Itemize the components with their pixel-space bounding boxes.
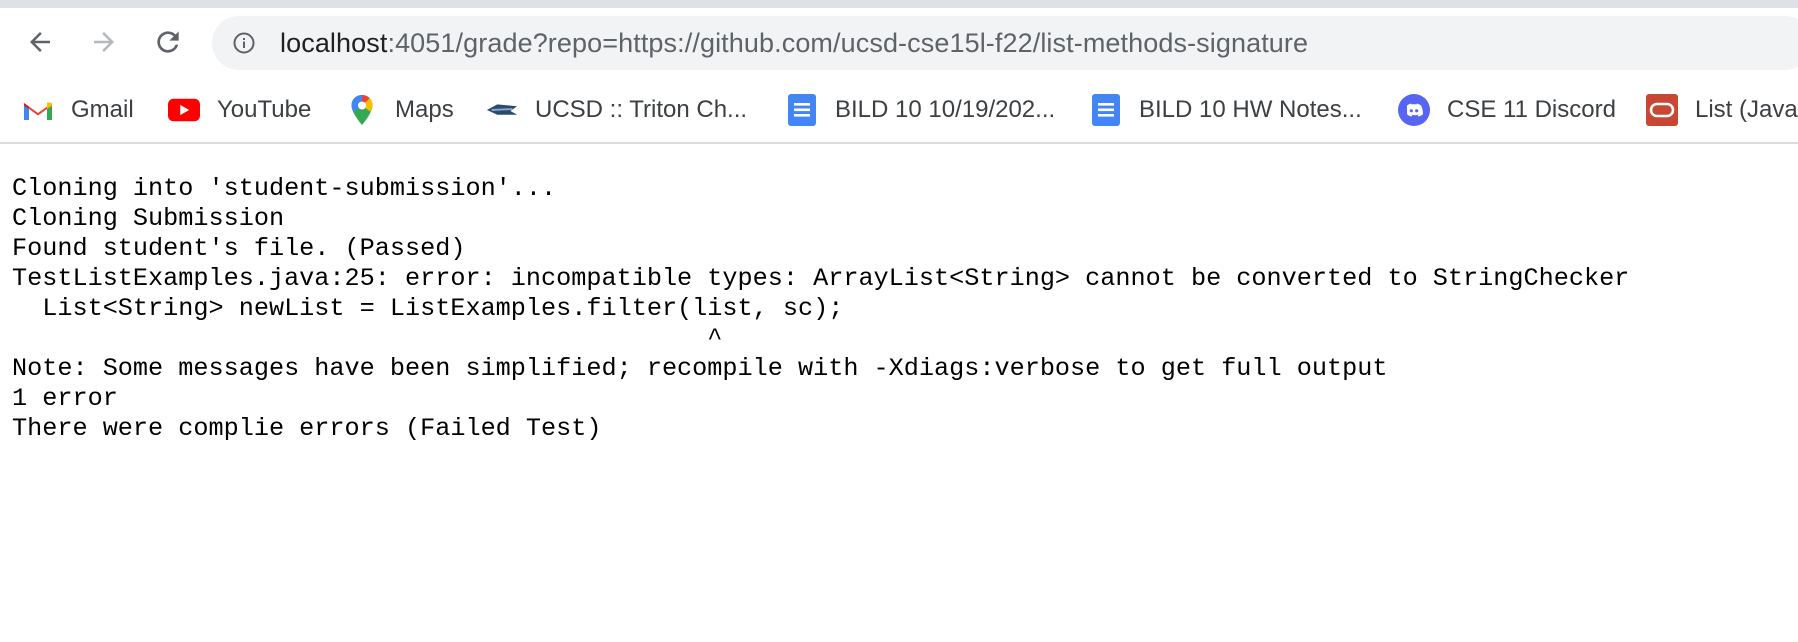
bookmark-youtube[interactable]: YouTube <box>168 92 311 128</box>
youtube-icon <box>168 94 200 126</box>
bookmark-bild10-notes[interactable]: BILD 10 10/19/202... <box>786 92 1055 128</box>
bookmark-ucsd-triton[interactable]: UCSD :: Triton Ch... <box>486 92 747 128</box>
url-host: localhost <box>280 28 388 58</box>
bookmark-label: UCSD :: Triton Ch... <box>535 96 748 123</box>
output-line: Note: Some messages have been simplified… <box>12 354 1388 383</box>
browser-toolbar: localhost:4051/grade?repo=https://github… <box>0 8 1798 78</box>
back-button[interactable] <box>20 22 60 62</box>
arrow-left-icon <box>30 32 50 52</box>
bookmark-label: Gmail <box>71 96 134 123</box>
bookmark-label: Maps <box>395 96 454 123</box>
grader-output: Cloning into 'student-submission'... Clo… <box>12 174 1629 444</box>
forward-button[interactable] <box>84 22 124 62</box>
bookmark-list-java[interactable]: List (Java <box>1646 92 1798 128</box>
address-bar[interactable]: localhost:4051/grade?repo=https://github… <box>212 16 1798 70</box>
bookmark-maps[interactable]: Maps <box>346 92 454 128</box>
bookmark-label: BILD 10 HW Notes... <box>1139 96 1362 123</box>
browser-top-strip <box>0 0 1798 8</box>
triton-icon <box>486 94 518 126</box>
bookmark-label: BILD 10 10/19/202... <box>835 96 1056 123</box>
url-text[interactable]: localhost:4051/grade?repo=https://github… <box>280 16 1308 70</box>
url-path: :4051/grade?repo=https://github.com/ucsd… <box>387 28 1309 58</box>
bookmark-cse11-discord[interactable]: CSE 11 Discord <box>1398 92 1616 128</box>
reload-button[interactable] <box>148 22 188 62</box>
output-line: Cloning into 'student-submission'... <box>12 174 557 203</box>
bookmark-label: YouTube <box>217 96 312 123</box>
google-docs-icon <box>1090 94 1122 126</box>
bookmark-label: List (Java <box>1695 96 1798 123</box>
google-docs-icon <box>786 94 818 126</box>
discord-icon <box>1398 94 1430 126</box>
output-line: Found student's file. (Passed) <box>12 234 466 263</box>
output-line: There were complie errors (Failed Test) <box>12 414 602 443</box>
bookmark-label: CSE 11 Discord <box>1447 96 1616 123</box>
output-line: Cloning Submission <box>12 204 285 233</box>
output-line: ^ <box>12 324 723 353</box>
reload-icon <box>157 31 179 53</box>
bookmarks-bar: Gmail YouTube Maps UCSD:: Triton Ch... … <box>0 78 1798 144</box>
page-content: Cloning into 'student-submission'... Clo… <box>0 146 1798 642</box>
info-circle-icon[interactable] <box>232 31 256 55</box>
output-line: TestListExamples.java:25: error: incompa… <box>12 264 1630 293</box>
maps-icon <box>346 94 378 126</box>
output-line: 1 error <box>12 384 118 413</box>
bookmark-gmail[interactable]: Gmail <box>22 92 134 128</box>
oracle-icon <box>1646 94 1678 126</box>
gmail-icon <box>22 94 54 126</box>
output-line: List<String> newList = ListExamples.filt… <box>12 294 844 323</box>
arrow-right-icon <box>94 32 114 52</box>
bookmark-bild10-hw-notes[interactable]: BILD 10 HW Notes... <box>1090 92 1362 128</box>
